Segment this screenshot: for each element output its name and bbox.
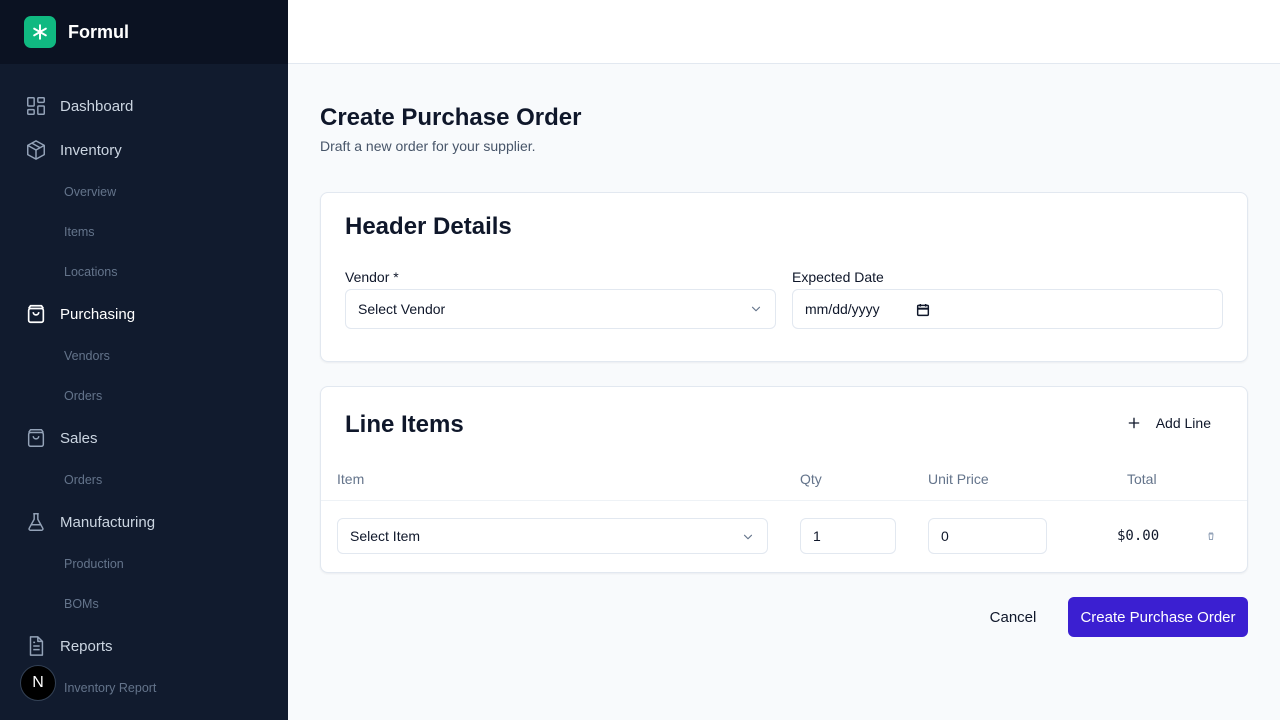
- add-line-button[interactable]: Add Line: [1126, 415, 1211, 431]
- column-header-item: Item: [337, 471, 365, 487]
- document-icon: [24, 634, 48, 658]
- create-purchase-order-button[interactable]: Create Purchase Order: [1068, 597, 1248, 637]
- sidebar-nav: Dashboard Inventory Overview Items Locat…: [0, 64, 288, 708]
- avatar[interactable]: N: [20, 665, 56, 701]
- vendor-label: Vendor *: [345, 269, 399, 285]
- vendor-select-value: Select Vendor: [358, 301, 446, 317]
- brand-name: Formul: [68, 21, 129, 42]
- cancel-button[interactable]: Cancel: [976, 597, 1050, 637]
- item-select-value: Select Item: [350, 528, 421, 544]
- calendar-icon[interactable]: [915, 302, 931, 318]
- table-divider: [321, 500, 1247, 501]
- brand[interactable]: Formul: [0, 0, 288, 64]
- sidebar-item-inventory[interactable]: Inventory: [0, 128, 288, 172]
- sidebar-subitem-locations[interactable]: Locations: [0, 252, 288, 292]
- sidebar-item-sales[interactable]: Sales: [0, 416, 288, 460]
- expected-date-value: mm/dd/yyyy: [805, 301, 880, 317]
- sidebar-subitem-vendors[interactable]: Vendors: [0, 336, 288, 376]
- column-header-qty: Qty: [800, 471, 822, 487]
- sidebar-item-purchasing[interactable]: Purchasing: [0, 292, 288, 336]
- expected-date-label: Expected Date: [792, 269, 884, 285]
- sidebar-subitem-purchase-orders[interactable]: Orders: [0, 376, 288, 416]
- line-total: $0.00: [1117, 528, 1160, 544]
- shopping-bag-icon: [24, 302, 48, 326]
- flask-icon: [24, 510, 48, 534]
- page-subtitle: Draft a new order for your supplier.: [320, 138, 536, 154]
- sidebar-subitem-overview[interactable]: Overview: [0, 172, 288, 212]
- sidebar-item-label: Inventory: [60, 141, 122, 159]
- qty-input[interactable]: 1: [800, 518, 896, 554]
- shopping-bag-icon: [24, 426, 48, 450]
- sidebar-subitem-boms[interactable]: BOMs: [0, 584, 288, 624]
- qty-value: 1: [813, 528, 821, 544]
- plus-icon: [1128, 417, 1140, 429]
- top-bar: [288, 0, 1280, 64]
- sidebar-item-label: Reports: [60, 637, 113, 655]
- sidebar-item-label: Purchasing: [60, 305, 136, 323]
- line-items-card: Line Items Add Line Item Qty Unit Price …: [320, 386, 1248, 573]
- box-icon: [24, 138, 48, 162]
- column-header-total: Total: [1127, 471, 1157, 487]
- sidebar-item-label: Sales: [60, 429, 98, 447]
- expected-date-input[interactable]: mm/dd/yyyy: [792, 289, 1223, 329]
- sidebar-subitem-production[interactable]: Production: [0, 544, 288, 584]
- page-title: Create Purchase Order: [320, 104, 582, 131]
- sidebar-subitem-items[interactable]: Items: [0, 212, 288, 252]
- remove-line-icon[interactable]: [1205, 530, 1217, 542]
- unit-price-input[interactable]: 0: [928, 518, 1047, 554]
- sidebar-item-dashboard[interactable]: Dashboard: [0, 84, 288, 128]
- sidebar-subitem-sales-orders[interactable]: Orders: [0, 460, 288, 500]
- chevron-down-icon: [751, 306, 761, 312]
- sidebar-item-reports[interactable]: Reports: [0, 624, 288, 668]
- header-details-title: Header Details: [345, 213, 512, 240]
- vendor-select[interactable]: Select Vendor: [345, 289, 776, 329]
- item-select[interactable]: Select Item: [337, 518, 768, 554]
- add-line-label: Add Line: [1155, 415, 1211, 431]
- sidebar-item-manufacturing[interactable]: Manufacturing: [0, 500, 288, 544]
- sidebar-item-label: Dashboard: [60, 97, 134, 115]
- column-header-unit-price: Unit Price: [928, 471, 989, 487]
- unit-price-value: 0: [941, 528, 949, 544]
- header-details-card: Header Details Vendor * Select Vendor Ex…: [320, 192, 1248, 362]
- chevron-down-icon: [743, 534, 753, 540]
- asterisk-icon: [24, 16, 56, 48]
- page-header: Create Purchase Order Draft a new order …: [320, 100, 1248, 154]
- dashboard-grid-icon: [24, 94, 48, 118]
- sidebar-item-label: Manufacturing: [60, 513, 156, 531]
- line-items-title: Line Items: [345, 411, 464, 438]
- sidebar: Formul Dashboard Inventory Overview Item…: [0, 0, 288, 720]
